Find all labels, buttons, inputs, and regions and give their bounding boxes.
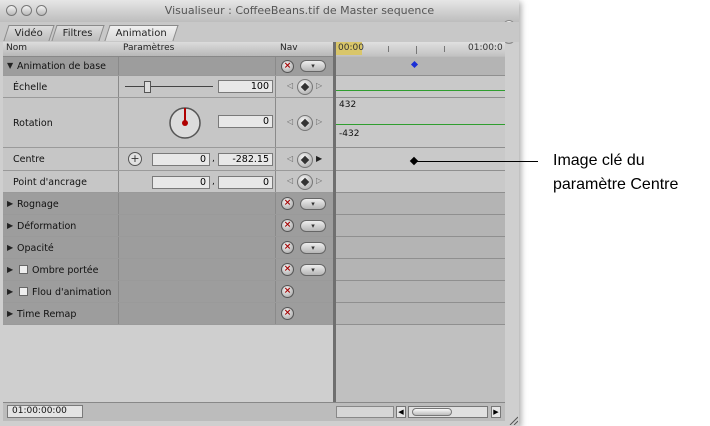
disclosure-closed-icon[interactable]: ▶ (7, 243, 13, 252)
row-opacity[interactable]: ▶ Opacité × ▾ (3, 237, 333, 259)
tab-video[interactable]: Vidéo (3, 25, 55, 41)
row-label: Ombre portée (32, 265, 99, 276)
viewer-window: Visualiseur : CoffeeBeans.tif de Master … (0, 0, 519, 426)
keyframe-nav[interactable]: ◁ ▷ (286, 115, 324, 131)
reset-button[interactable]: × (281, 60, 294, 73)
callout-line (413, 161, 538, 162)
add-keyframe-icon (297, 174, 313, 190)
keyframe-nav[interactable]: ◁ ▶ (286, 152, 324, 168)
parameter-menu-button[interactable]: ▾ (300, 60, 326, 72)
scroll-right-button[interactable]: ▶ (491, 406, 501, 418)
empty-list-area (3, 325, 333, 402)
scale-slider-thumb[interactable] (144, 81, 151, 93)
disclosure-closed-icon[interactable]: ▶ (7, 287, 13, 296)
reset-button[interactable]: × (281, 285, 294, 298)
enable-checkbox[interactable] (19, 265, 28, 274)
tab-bar: Vidéo Filtres Animation (0, 22, 519, 42)
scroll-left-button[interactable]: ◀ (396, 406, 406, 418)
row-center: Centre + 0 , -282.15 ◁ ▶ (3, 148, 333, 171)
column-name-header: Nom (6, 43, 28, 53)
row-label: Flou d'animation (32, 287, 112, 298)
keyframe-graph[interactable]: 432 -432 (336, 56, 505, 402)
disclosure-open-icon[interactable]: ▼ (7, 61, 13, 70)
row-basic-motion[interactable]: ▼ Animation de base × ▾ (3, 57, 333, 76)
current-timecode-field[interactable]: 01:00:00:00 (7, 405, 83, 418)
minimize-window-button[interactable] (21, 5, 32, 16)
row-anchor-point: Point d'ancrage 0 , 0 ◁ ▷ (3, 171, 333, 193)
reset-button[interactable]: × (281, 263, 294, 276)
callout-label: Image clé du paramètre Centre (553, 152, 679, 193)
motion-panel: Nom Paramètres Nav 00:00 01:00:0 ▼ Anima… (3, 42, 505, 402)
title-bar: Visualiseur : CoffeeBeans.tif de Master … (0, 0, 519, 22)
rotation-dial-icon[interactable] (165, 103, 205, 143)
window-title: Visualiseur : CoffeeBeans.tif de Master … (164, 4, 435, 17)
scale-value-field[interactable]: 100 (218, 80, 273, 93)
rotation-min-label: -432 (339, 129, 360, 139)
reset-button[interactable]: × (281, 307, 294, 320)
field-separator: , (212, 177, 215, 187)
row-label: Centre (13, 154, 45, 165)
row-scale: Échelle 100 ◁ ▷ (3, 76, 333, 98)
row-label: Rognage (17, 199, 59, 210)
add-keyframe-icon (297, 152, 313, 168)
center-x-field[interactable]: 0 (152, 153, 210, 166)
keyframe-nav[interactable]: ◁ ▷ (286, 79, 324, 95)
row-label: Animation de base (17, 61, 106, 72)
row-rotation: Rotation 0 ◁ ▷ (3, 98, 333, 148)
center-y-field[interactable]: -282.15 (218, 153, 273, 166)
rotation-max-label: 432 (339, 100, 357, 110)
rotation-value-field[interactable]: 0 (218, 115, 273, 128)
add-keyframe-icon (297, 79, 313, 95)
scale-curve (336, 90, 505, 91)
row-label: Déformation (17, 221, 77, 232)
column-nav-header: Nav (280, 43, 298, 53)
anchor-x-field[interactable]: 0 (152, 176, 210, 189)
disclosure-closed-icon[interactable]: ▶ (7, 221, 13, 230)
horizontal-scrollbar[interactable] (408, 406, 488, 418)
row-motion-blur[interactable]: ▶ Flou d'animation × (3, 281, 333, 303)
parameter-menu-button[interactable]: ▾ (300, 242, 326, 254)
bottom-bar: 01:00:00:00 ◀ ▶ (3, 402, 505, 421)
reset-button[interactable]: × (281, 197, 294, 210)
parameter-menu-button[interactable]: ▾ (300, 198, 326, 210)
row-time-remap[interactable]: ▶ Time Remap × (3, 303, 333, 325)
row-label: Time Remap (17, 309, 77, 320)
keyframe-nav[interactable]: ◁ ▷ (286, 174, 324, 190)
close-window-button[interactable] (6, 5, 17, 16)
field-separator: , (212, 154, 215, 164)
row-distort[interactable]: ▶ Déformation × ▾ (3, 215, 333, 237)
row-label: Rotation (13, 118, 53, 129)
ruler-mid-time: 01:00:0 (468, 43, 503, 53)
parameter-menu-button[interactable]: ▾ (300, 264, 326, 276)
anchor-y-field[interactable]: 0 (218, 176, 273, 189)
enable-checkbox[interactable] (19, 287, 28, 296)
row-label: Point d'ancrage (13, 177, 87, 188)
resize-grip-icon[interactable] (508, 410, 519, 426)
ruler-start-time: 00:00 (338, 43, 364, 53)
zoom-window-button[interactable] (36, 5, 47, 16)
scrollbar-thumb[interactable] (412, 408, 452, 416)
tab-animation[interactable]: Animation (104, 25, 179, 41)
parameter-menu-button[interactable]: ▾ (300, 220, 326, 232)
row-crop[interactable]: ▶ Rognage × ▾ (3, 193, 333, 215)
add-keyframe-icon (297, 115, 313, 131)
row-label: Opacité (17, 243, 54, 254)
reset-button[interactable]: × (281, 219, 294, 232)
disclosure-closed-icon[interactable]: ▶ (7, 199, 13, 208)
disclosure-closed-icon[interactable]: ▶ (7, 265, 13, 274)
rotation-curve (336, 124, 505, 125)
reset-button[interactable]: × (281, 241, 294, 254)
disclosure-closed-icon[interactable]: ▶ (7, 309, 13, 318)
timeline-ruler[interactable]: 00:00 01:00:0 (336, 42, 505, 57)
center-crosshair-icon[interactable]: + (128, 152, 142, 166)
tab-filters[interactable]: Filtres (51, 25, 105, 41)
zoom-slider[interactable] (336, 406, 394, 418)
row-label: Échelle (13, 82, 48, 93)
scale-slider-track[interactable] (125, 86, 213, 87)
column-params-header: Paramètres (123, 43, 175, 53)
row-drop-shadow[interactable]: ▶ Ombre portée × ▾ (3, 259, 333, 281)
